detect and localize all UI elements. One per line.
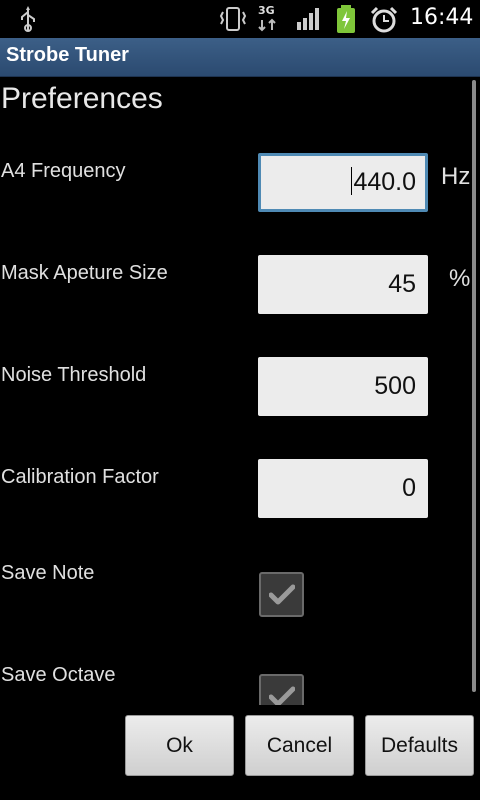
mask-aperture-label: Mask Apeture Size: [1, 262, 168, 284]
ok-button[interactable]: Ok: [125, 715, 234, 776]
a4-frequency-label: A4 Frequency: [1, 160, 126, 182]
cancel-button[interactable]: Cancel: [245, 715, 354, 776]
text-caret: [351, 167, 353, 196]
a4-frequency-input[interactable]: 440.0: [258, 153, 428, 212]
app-title: Strobe Tuner: [6, 44, 129, 66]
button-bar: Ok Cancel Defaults: [0, 705, 480, 800]
mask-aperture-input[interactable]: 45: [258, 255, 428, 314]
a4-frequency-value: 440.0: [353, 168, 416, 196]
title-bar: Strobe Tuner: [0, 38, 480, 77]
calibration-factor-value: 0: [402, 474, 416, 502]
checkmark-icon: [269, 584, 295, 605]
noise-threshold-input[interactable]: 500: [258, 357, 428, 416]
signal-icon: [297, 8, 319, 30]
save-note-checkbox[interactable]: [259, 572, 304, 617]
network-3g-icon: 3G: [256, 4, 282, 32]
vibrate-icon: [219, 7, 247, 31]
a4-frequency-unit: Hz: [441, 163, 471, 190]
calibration-factor-label: Calibration Factor: [1, 466, 159, 488]
save-note-label: Save Note: [1, 562, 95, 584]
scrollbar[interactable]: [472, 80, 476, 692]
defaults-button[interactable]: Defaults: [365, 715, 474, 776]
mask-aperture-value: 45: [388, 270, 416, 298]
status-bar: 3G 16:44: [0, 0, 480, 38]
status-time: 16:44: [410, 5, 474, 30]
mask-aperture-unit: %: [449, 265, 471, 292]
calibration-factor-input[interactable]: 0: [258, 459, 428, 518]
noise-threshold-label: Noise Threshold: [1, 364, 147, 386]
usb-icon: [21, 6, 35, 32]
save-octave-label: Save Octave: [1, 664, 116, 686]
battery-charging-icon: [337, 5, 355, 33]
noise-threshold-value: 500: [374, 372, 416, 400]
alarm-icon: [370, 6, 398, 33]
page-title: Preferences: [1, 82, 163, 115]
